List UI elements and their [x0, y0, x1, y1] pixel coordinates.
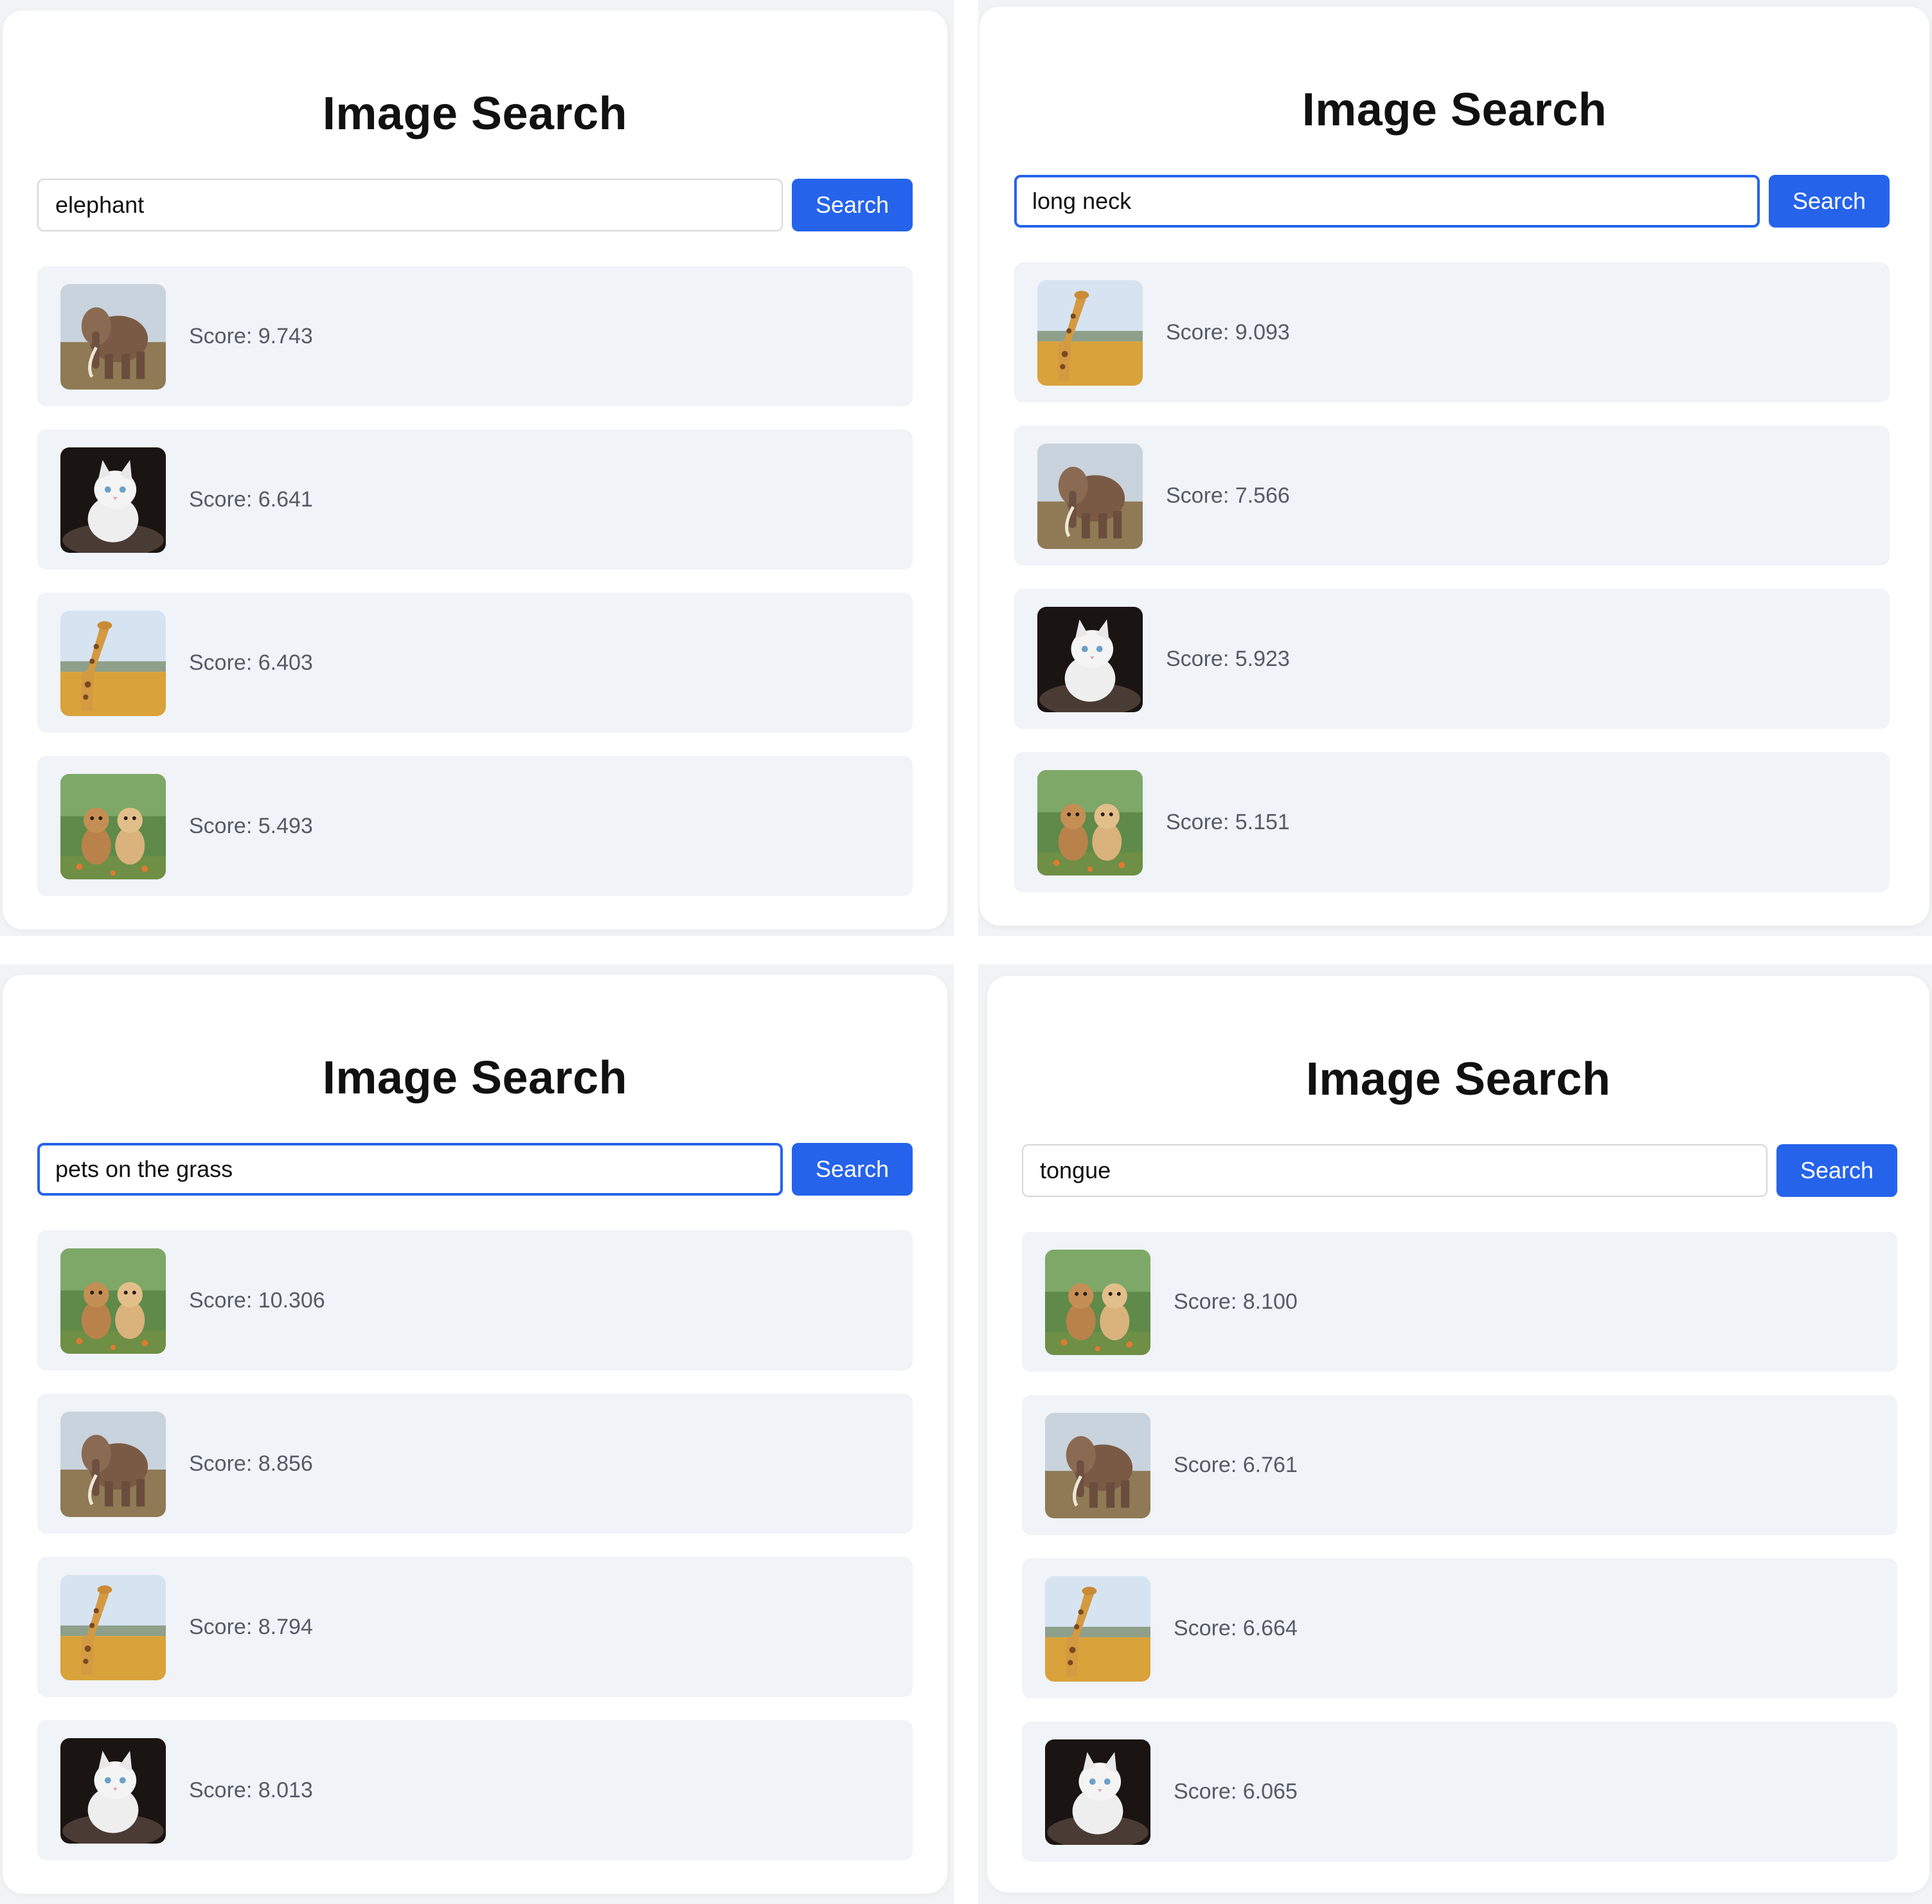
search-card: Image Search Search Score: 8.100 [987, 976, 1929, 1892]
result-item[interactable]: Score: 9.743 [37, 266, 913, 406]
elephant-thumbnail[interactable] [60, 1412, 166, 1517]
result-score: Score: 10.306 [189, 1288, 325, 1313]
elephant-thumbnail[interactable] [1037, 444, 1143, 549]
page-title: Image Search [322, 88, 628, 139]
result-item[interactable]: Score: 6.065 [1022, 1721, 1897, 1862]
result-item[interactable]: Score: 8.100 [1022, 1232, 1897, 1372]
result-score: Score: 9.743 [189, 324, 313, 348]
result-item[interactable]: Score: 8.794 [37, 1557, 913, 1697]
search-card: Image Search Search Score: 9.743 Sc [3, 10, 947, 930]
result-item[interactable]: Score: 5.923 [1014, 589, 1890, 729]
result-item[interactable]: Score: 5.493 [37, 756, 913, 896]
puppies-thumbnail[interactable] [60, 1248, 166, 1354]
result-score: Score: 8.013 [189, 1778, 313, 1802]
result-score: Score: 5.493 [189, 814, 313, 838]
result-score: Score: 6.761 [1174, 1453, 1298, 1477]
result-item[interactable]: Score: 8.013 [37, 1720, 913, 1860]
result-item[interactable]: Score: 8.856 [37, 1394, 913, 1534]
results-list: Score: 8.100 Score: 6.761 Score: 6.664 S… [1022, 1232, 1897, 1885]
search-button[interactable]: Search [792, 179, 913, 231]
result-score: Score: 6.065 [1174, 1779, 1298, 1804]
result-item[interactable]: Score: 6.664 [1022, 1558, 1897, 1698]
kitten-thumbnail[interactable] [1045, 1739, 1150, 1845]
result-item[interactable]: Score: 6.403 [37, 593, 913, 733]
result-score: Score: 5.151 [1166, 810, 1290, 834]
results-list: Score: 9.743 Score: 6.641 Score: 6.403 S… [37, 266, 913, 919]
giraffe-thumbnail[interactable] [60, 611, 166, 716]
elephant-thumbnail[interactable] [1045, 1413, 1150, 1518]
search-button[interactable]: Search [792, 1143, 913, 1196]
search-card: Image Search Search Score: 9.093 Sc [979, 6, 1929, 926]
result-item[interactable]: Score: 6.761 [1022, 1395, 1897, 1535]
kitten-thumbnail[interactable] [1037, 607, 1143, 712]
search-input[interactable] [37, 1143, 783, 1196]
results-list: Score: 10.306 Score: 8.856 Score: 8.794 [37, 1230, 913, 1883]
elephant-thumbnail[interactable] [60, 284, 166, 390]
search-panel-tongue: Image Search Search Score: 8.100 [978, 964, 1932, 1904]
search-input[interactable] [37, 179, 783, 231]
search-input[interactable] [1014, 175, 1760, 228]
result-score: Score: 5.923 [1166, 647, 1290, 671]
puppies-thumbnail[interactable] [60, 774, 166, 879]
page-title: Image Search [322, 1052, 628, 1104]
puppies-thumbnail[interactable] [1045, 1250, 1150, 1355]
result-item[interactable]: Score: 5.151 [1014, 752, 1890, 892]
result-score: Score: 6.641 [189, 487, 313, 512]
result-score: Score: 6.664 [1174, 1616, 1298, 1640]
giraffe-thumbnail[interactable] [60, 1575, 166, 1680]
search-panel-pets-on-the-grass: Image Search Search Score: 10.306 [0, 964, 954, 1904]
result-score: Score: 7.566 [1166, 483, 1290, 508]
search-panel-long-neck: Image Search Search Score: 9.093 Sc [978, 0, 1932, 936]
result-item[interactable]: Score: 10.306 [37, 1230, 913, 1370]
result-score: Score: 6.403 [189, 651, 313, 675]
search-panel-elephant: Image Search Search Score: 9.743 Sc [0, 0, 954, 936]
result-score: Score: 8.794 [189, 1615, 313, 1639]
giraffe-thumbnail[interactable] [1037, 280, 1143, 386]
kitten-thumbnail[interactable] [60, 1738, 166, 1844]
search-button[interactable]: Search [1776, 1144, 1897, 1197]
result-item[interactable]: Score: 9.093 [1014, 262, 1890, 402]
result-item[interactable]: Score: 7.566 [1014, 426, 1890, 566]
search-card: Image Search Search Score: 10.306 [3, 974, 947, 1894]
results-list: Score: 9.093 Score: 7.566 Score: 5.923 S… [1014, 262, 1890, 915]
puppies-thumbnail[interactable] [1037, 770, 1143, 876]
kitten-thumbnail[interactable] [60, 447, 166, 553]
search-button[interactable]: Search [1769, 175, 1890, 228]
page-title: Image Search [1305, 1054, 1611, 1105]
page-title: Image Search [1301, 84, 1607, 136]
giraffe-thumbnail[interactable] [1045, 1576, 1150, 1682]
search-input[interactable] [1022, 1144, 1767, 1197]
result-score: Score: 8.856 [189, 1451, 313, 1476]
result-score: Score: 9.093 [1166, 320, 1290, 345]
result-score: Score: 8.100 [1174, 1289, 1298, 1314]
result-item[interactable]: Score: 6.641 [37, 429, 913, 570]
